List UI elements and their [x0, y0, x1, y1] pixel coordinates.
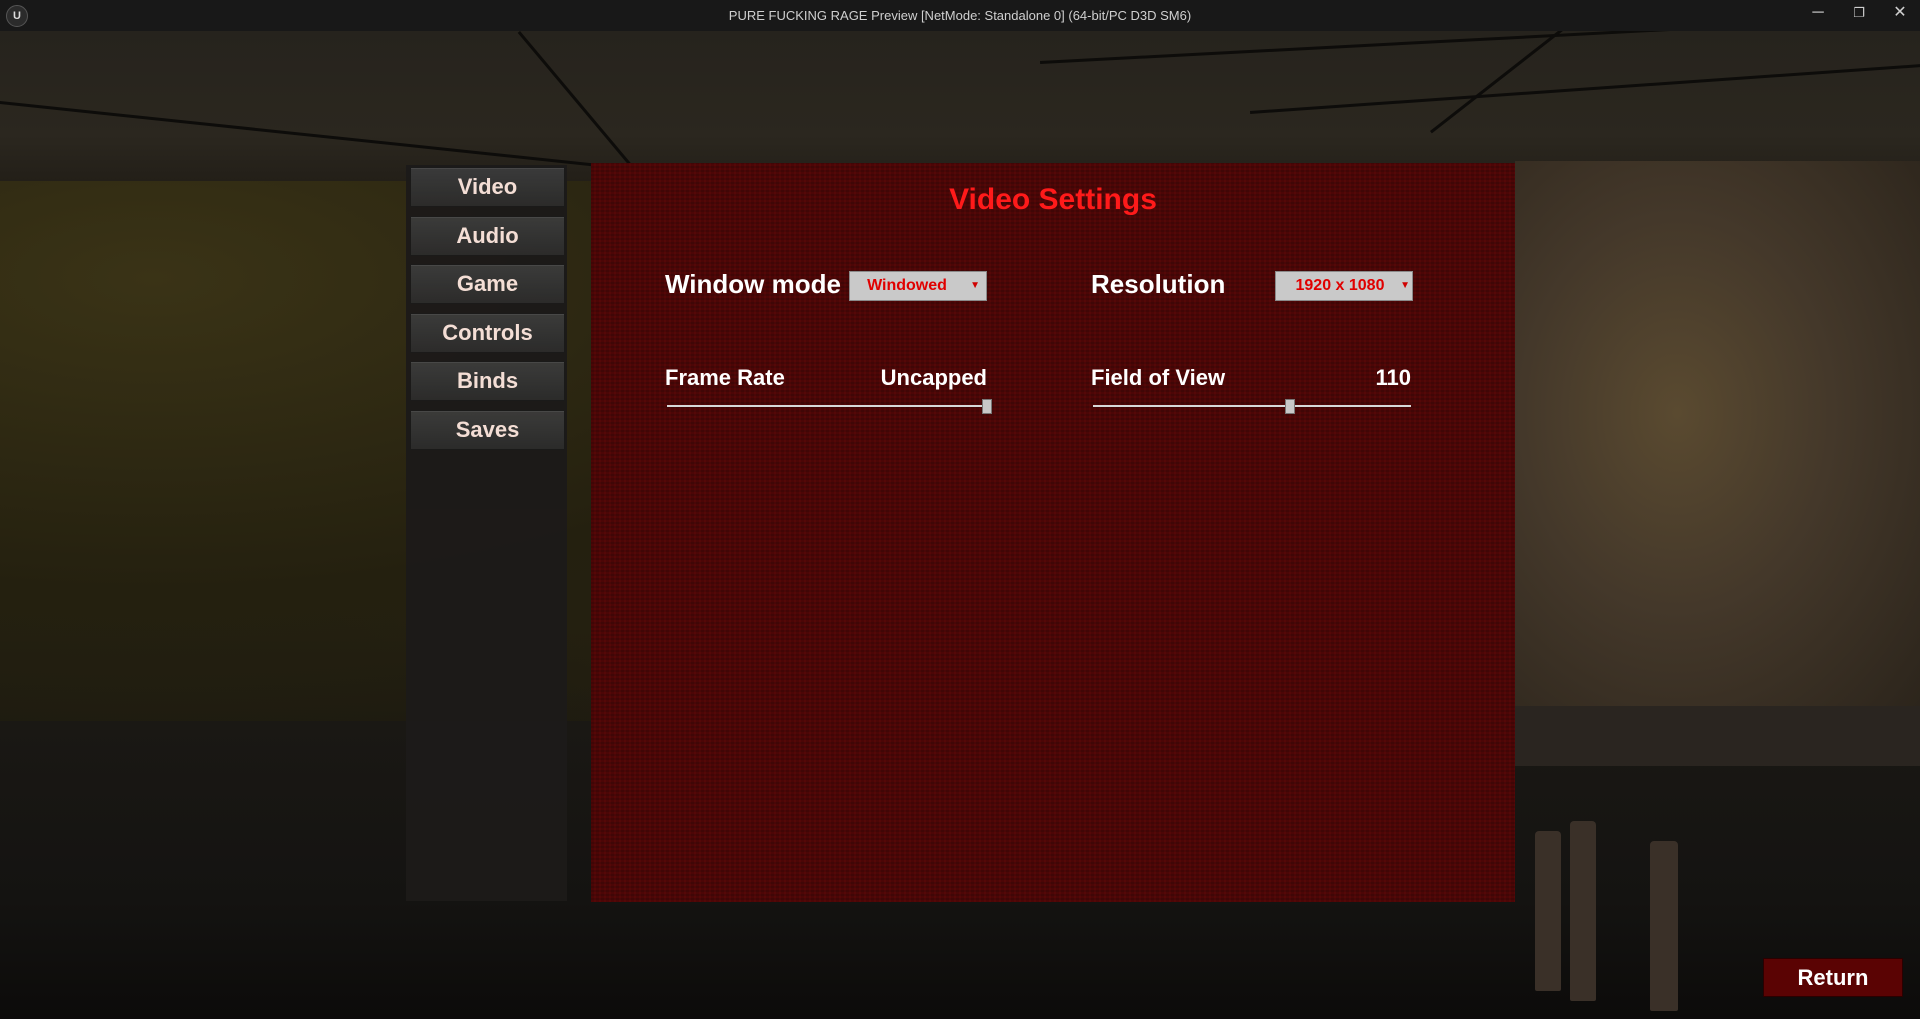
scene-ceiling: [0, 31, 1920, 181]
chevron-down-icon: ▼: [1400, 280, 1410, 291]
settings-sidebar: Video Audio Game Controls Binds Saves: [406, 165, 567, 901]
field-of-view-value: 110: [1375, 365, 1412, 390]
maximize-button[interactable]: ❐: [1839, 0, 1879, 31]
frame-rate-slider[interactable]: [667, 399, 992, 414]
window-mode-value: Windowed: [867, 277, 947, 294]
scene-wall: [1515, 161, 1920, 721]
resolution-value: 1920 x 1080: [1295, 277, 1385, 294]
frame-rate-label: Frame Rate: [665, 365, 785, 390]
minimize-button[interactable]: ─: [1798, 0, 1838, 31]
window-mode-label: Window mode: [665, 269, 841, 299]
tab-saves[interactable]: Saves: [410, 410, 565, 450]
field-of-view-label: Field of View: [1091, 365, 1226, 390]
close-window-button[interactable]: ✕: [1880, 0, 1920, 31]
video-settings-panel: Video Settings Window mode Windowed ▼ Re…: [591, 163, 1515, 902]
scene-bottle: [1570, 821, 1596, 1001]
scene-counter: [1515, 706, 1920, 766]
resolution-dropdown[interactable]: 1920 x 1080 ▼: [1275, 271, 1413, 301]
tab-game[interactable]: Game: [410, 264, 565, 304]
page-title: Video Settings: [949, 183, 1157, 216]
frame-rate-value: Uncapped: [880, 365, 987, 390]
window-title-bar: U PURE FUCKING RAGE Preview [NetMode: St…: [0, 0, 1920, 31]
return-button[interactable]: Return: [1763, 958, 1903, 997]
frame-rate-slider-thumb[interactable]: [982, 399, 992, 414]
tab-controls[interactable]: Controls: [410, 313, 565, 353]
tab-binds[interactable]: Binds: [410, 361, 565, 401]
tab-video[interactable]: Video: [410, 167, 565, 207]
scene-bottle: [1535, 831, 1561, 991]
scene-bottle: [1650, 841, 1678, 1011]
chevron-down-icon: ▼: [970, 280, 980, 291]
field-of-view-slider[interactable]: [1093, 399, 1411, 414]
window-title: PURE FUCKING RAGE Preview [NetMode: Stan…: [728, 8, 1192, 23]
window-mode-dropdown[interactable]: Windowed ▼: [849, 271, 987, 301]
field-of-view-slider-thumb[interactable]: [1285, 399, 1296, 414]
resolution-label: Resolution: [1091, 269, 1226, 299]
tab-audio[interactable]: Audio: [410, 216, 565, 256]
